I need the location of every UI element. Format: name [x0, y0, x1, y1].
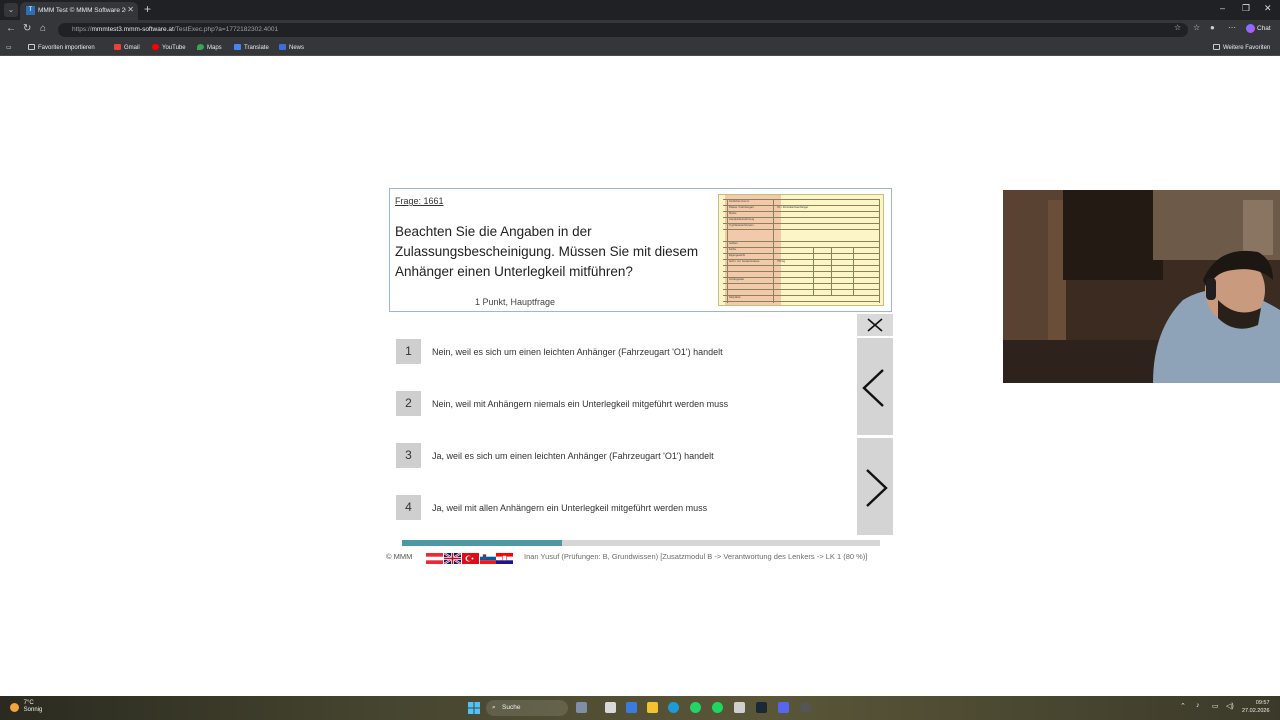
bookmark-maps[interactable]: Maps [197, 44, 222, 51]
search-icon: ⌕ [492, 704, 496, 711]
answer-text[interactable]: Ja, weil mit allen Anhängern ein Unterle… [432, 503, 707, 513]
restore-icon[interactable]: ❐ [1242, 3, 1250, 14]
close-exam-button[interactable] [857, 314, 893, 336]
question-points: 1 Punkt, Hauptfrage [475, 297, 556, 307]
file-explorer-icon[interactable] [647, 702, 658, 713]
favorite-star-icon[interactable]: ☆ [1174, 23, 1181, 32]
answer-number[interactable]: 3 [396, 443, 421, 468]
webcam-overlay [1003, 190, 1280, 383]
edge-browser-icon[interactable] [668, 702, 679, 713]
back-icon[interactable]: ← [6, 23, 16, 34]
copilot-icon [1246, 24, 1255, 33]
question-number: Frage: 1661 [395, 196, 444, 206]
site-favicon-icon: T [26, 6, 35, 15]
tab-actions-icon[interactable]: ⌄ [4, 3, 18, 17]
volume-icon[interactable]: ◁) [1226, 702, 1234, 710]
clock-date: 27.02.2026 [1242, 708, 1270, 714]
url-prefix: https:// [72, 26, 92, 33]
windows-start-icon[interactable] [468, 702, 480, 714]
bookmark-news[interactable]: News [279, 44, 304, 51]
taskbar-search[interactable]: ⌕ Suche [486, 700, 568, 716]
home-icon[interactable]: ⌂ [40, 23, 46, 34]
weather-sun-icon [10, 702, 19, 712]
copilot-app-icon[interactable] [626, 702, 637, 713]
steam-icon[interactable] [756, 702, 767, 713]
registration-document-image[interactable]: Amtliches Kennz. Klasse / Fahrzeugart O1… [718, 194, 884, 306]
question-text: Beachten Sie die Angaben in der Zulassun… [395, 224, 699, 279]
webcam-feed-image [1003, 190, 1280, 383]
more-menu-icon[interactable]: ⋯ [1228, 23, 1236, 32]
close-icon [867, 318, 883, 332]
active-tab[interactable]: T MMM Test © MMM Software 2025 ✕ [20, 2, 138, 20]
url-path: /TestExec.php?a=1772182302.4001 [173, 26, 279, 33]
copilot-chat-button[interactable]: Chat [1246, 24, 1271, 33]
answer-option[interactable]: 2 Nein, weil mit Anhängern niemals ein U… [396, 391, 856, 417]
profile-avatar[interactable]: ● [1210, 23, 1215, 32]
next-question-button[interactable] [857, 438, 893, 535]
flag-austria-icon[interactable] [426, 551, 443, 564]
progress-bar [402, 540, 880, 546]
clock-time: 09:57 [1255, 700, 1270, 706]
answer-option[interactable]: 1 Nein, weil es sich um einen leichten A… [396, 339, 856, 365]
chevron-left-icon [862, 369, 884, 407]
answer-option[interactable]: 3 Ja, weil es sich um einen leichten Anh… [396, 443, 856, 469]
weather-desc: Sonnig [23, 707, 43, 713]
bookmark-translate[interactable]: Translate [234, 44, 269, 51]
file-app-icon[interactable] [734, 702, 745, 713]
chat-label: Chat [1257, 25, 1271, 33]
bookmark-gmail[interactable]: Gmail [114, 44, 140, 51]
answer-number[interactable]: 1 [396, 339, 421, 364]
weather-widget[interactable]: 7°C Sonnig [10, 700, 42, 714]
refresh-icon[interactable]: ↻ [23, 23, 31, 34]
tab-close-icon[interactable]: ✕ [127, 5, 134, 14]
question-card: Frage: 1661 Beachten Sie die Angaben in … [389, 188, 892, 312]
answer-number[interactable]: 4 [396, 495, 421, 520]
bookmarks-bar: ▭ Favoriten importieren Gmail YouTube Ma… [0, 40, 1280, 56]
spotify-icon[interactable] [712, 702, 723, 713]
sidebar-toggle-icon[interactable]: ▭ [6, 44, 12, 51]
new-tab-icon[interactable]: + [144, 2, 151, 16]
chevron-right-icon [866, 469, 888, 507]
obs-icon[interactable] [800, 702, 811, 713]
answer-option[interactable]: 4 Ja, weil mit allen Anhängern ein Unter… [396, 495, 856, 521]
bookmark-youtube[interactable]: YouTube [152, 44, 186, 51]
system-clock[interactable]: 09:57 27.02.2026 [1242, 699, 1270, 715]
tab-title: MMM Test © MMM Software 2025 [38, 7, 126, 14]
tray-mic-icon[interactable]: ♪ [1196, 702, 1200, 709]
task-view-icon[interactable] [576, 702, 587, 713]
whatsapp-icon[interactable] [690, 702, 701, 713]
browser-toolbar: ← ↻ ⌂ https://mmmtest3.mmm-software.at/T… [0, 20, 1280, 40]
discord-icon[interactable] [778, 702, 789, 713]
network-icon[interactable]: ▭ [1212, 702, 1219, 710]
answer-text[interactable]: Nein, weil es sich um einen leichten Anh… [432, 347, 723, 357]
flag-croatia-icon[interactable] [496, 551, 513, 564]
bookmark-import[interactable]: Favoriten importieren [28, 44, 95, 51]
answer-text[interactable]: Nein, weil mit Anhängern niemals ein Unt… [432, 399, 728, 409]
flag-turkey-icon[interactable] [462, 551, 479, 564]
copyright-text: © MMM [386, 552, 413, 561]
minimize-icon[interactable]: – [1220, 3, 1225, 13]
candidate-status: Inan Yusuf (Prüfungen: B, Grundwissen) [… [524, 552, 868, 561]
browser-tab-bar: ⌄ T MMM Test © MMM Software 2025 ✕ + – ❐… [0, 0, 1280, 20]
tray-chevron-icon[interactable]: ⌃ [1180, 702, 1186, 710]
windows-taskbar: 7°C Sonnig ⌕ Suche ⌃ ♪ ▭ ◁) 09:57 27.02.… [0, 696, 1280, 720]
other-favorites[interactable]: Weitere Favoriten [1213, 44, 1270, 51]
flag-uk-icon[interactable] [443, 551, 462, 565]
url-host: mmmtest3.mmm-software.at [91, 26, 174, 33]
answer-number[interactable]: 2 [396, 391, 421, 416]
previous-question-button[interactable] [857, 338, 893, 435]
flag-slovenia-icon[interactable] [480, 551, 497, 564]
favorites-icon[interactable]: ☆ [1193, 23, 1200, 32]
address-bar[interactable]: https://mmmtest3.mmm-software.at/TestExe… [58, 23, 1188, 37]
widgets-icon[interactable] [605, 702, 616, 713]
answer-text[interactable]: Ja, weil es sich um einen leichten Anhän… [432, 451, 714, 461]
window-close-icon[interactable]: ✕ [1264, 3, 1272, 14]
search-label: Suche [502, 704, 521, 711]
weather-temp: 7°C [23, 700, 34, 706]
progress-fill [402, 540, 563, 546]
